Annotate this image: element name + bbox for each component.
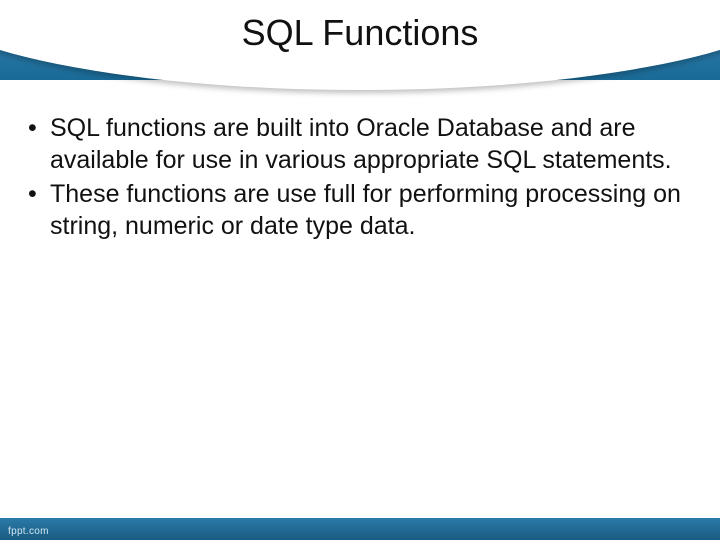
slide-title: SQL Functions xyxy=(0,12,720,54)
content-area: • SQL functions are built into Oracle Da… xyxy=(26,112,690,244)
bullet-text: SQL functions are built into Oracle Data… xyxy=(50,112,690,176)
bullet-dot-icon: • xyxy=(26,112,50,144)
bullet-text: These functions are use full for perform… xyxy=(50,178,690,242)
slide: SQL Functions • SQL functions are built … xyxy=(0,0,720,540)
bullet-item: • These functions are use full for perfo… xyxy=(26,178,690,242)
footer-text: fppt.com xyxy=(8,526,49,537)
bullet-item: • SQL functions are built into Oracle Da… xyxy=(26,112,690,176)
bullet-dot-icon: • xyxy=(26,178,50,210)
footer-band xyxy=(0,518,720,540)
